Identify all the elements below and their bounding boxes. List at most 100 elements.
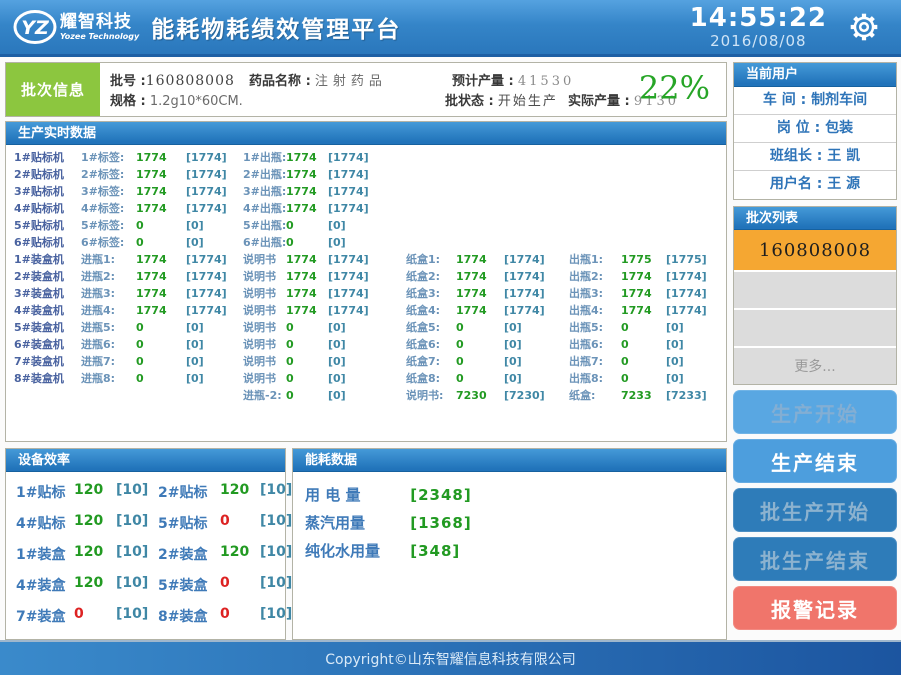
- batch-list-panel: 批次列表 160808008 更多...: [733, 206, 897, 385]
- action-button[interactable]: 批生产结束: [733, 537, 897, 581]
- metric-label: 纸盒2:: [406, 268, 456, 285]
- settings-gear-icon[interactable]: [847, 10, 881, 44]
- svg-text:YZ: YZ: [21, 17, 50, 39]
- efficiency-panel-header: 设备效率: [6, 449, 285, 472]
- metric-value: 7233: [621, 387, 666, 404]
- metric-target: [0]: [666, 319, 727, 336]
- metric-label: [569, 234, 621, 251]
- device-label: 5#贴标: [158, 513, 220, 533]
- metric-value: 7230: [456, 387, 504, 404]
- metric-target: [0]: [186, 336, 243, 353]
- metric-label: 5#标签:: [81, 217, 136, 234]
- metric-value: 1774: [136, 166, 186, 183]
- metric-label: 出瓶2:: [569, 268, 621, 285]
- metric-label: 说明书: [243, 353, 286, 370]
- metric-label: 说明书: [243, 302, 286, 319]
- metric-value: 0: [456, 353, 504, 370]
- footer-bar: Copyright©山东智耀信息科技有限公司: [0, 640, 901, 675]
- metric-value: [621, 217, 666, 234]
- metric-target: [666, 149, 727, 166]
- batch-list-header: 批次列表: [734, 207, 896, 230]
- metric-target: [0]: [666, 370, 727, 387]
- metric-target: [1774]: [328, 251, 406, 268]
- action-button[interactable]: 生产结束: [733, 439, 897, 483]
- energy-label: 用 电 量: [305, 484, 405, 505]
- metric-target: [0]: [328, 370, 406, 387]
- efficiency-value: 120: [74, 482, 116, 502]
- energy-value: [348]: [410, 542, 460, 560]
- metric-value: 1774: [456, 251, 504, 268]
- metric-value: 1774: [286, 183, 328, 200]
- batch-list-more-button[interactable]: 更多...: [734, 346, 896, 384]
- metric-value: 0: [286, 336, 328, 353]
- metric-target: [504, 149, 569, 166]
- energy-table: 用 电 量 [2348] 蒸汽用量 [1368] 纯化水用量 [34: [293, 472, 726, 568]
- metric-target: [0]: [328, 217, 406, 234]
- machine-name: 1#贴标机: [14, 149, 81, 166]
- device-label: 2#装盒: [158, 544, 220, 564]
- batch-row-2: 规格 : 1.2g10*60CM.: [110, 90, 243, 109]
- metric-value: 1774: [136, 251, 186, 268]
- energy-row: 纯化水用量 [348]: [305, 540, 726, 568]
- metric-value: 0: [456, 336, 504, 353]
- batch-status-label: 批状态 :: [445, 94, 494, 109]
- action-button[interactable]: 报警记录: [733, 586, 897, 630]
- machine-name: 6#装盒机: [14, 336, 81, 353]
- metric-label: [406, 183, 456, 200]
- metric-value: [456, 234, 504, 251]
- machine-name: 3#装盒机: [14, 285, 81, 302]
- metric-target: [1774]: [186, 251, 243, 268]
- metric-target: [0]: [666, 353, 727, 370]
- metric-value: 1774: [286, 166, 328, 183]
- production-panel-header: 生产实时数据: [6, 122, 726, 145]
- user-info-row: 车 间 : 制剂车间: [734, 87, 896, 115]
- metric-target: [1774]: [186, 268, 243, 285]
- metric-target: [1774]: [666, 302, 727, 319]
- action-button[interactable]: 生产开始: [733, 390, 897, 434]
- metric-target: [0]: [186, 319, 243, 336]
- metric-target: [504, 217, 569, 234]
- metric-value: 0: [456, 370, 504, 387]
- planned-output: 预计产量 : 41530: [452, 70, 574, 89]
- metric-label: 进瓶1:: [81, 251, 136, 268]
- batch-list-item-selected[interactable]: 160808008: [734, 230, 896, 270]
- metric-target: [0]: [186, 353, 243, 370]
- efficiency-value: 120: [220, 482, 260, 502]
- metric-value: 0: [621, 319, 666, 336]
- metric-label: 5#出瓶:: [243, 217, 286, 234]
- action-button[interactable]: 批生产开始: [733, 488, 897, 532]
- company-logo: YZ 耀智科技 Yozee Technology: [12, 8, 139, 46]
- metric-label: [569, 183, 621, 200]
- metric-value: [456, 166, 504, 183]
- batch-info-tab[interactable]: 批次信息: [6, 63, 100, 116]
- metric-label: [81, 387, 136, 404]
- metric-value: 0: [286, 234, 328, 251]
- metric-target: [504, 166, 569, 183]
- efficiency-target: [10]: [116, 482, 158, 502]
- metric-label: 3#出瓶:: [243, 183, 286, 200]
- energy-data-panel: 能耗数据 用 电 量 [2348] 蒸汽用量 [1368]: [292, 448, 727, 640]
- metric-value: 1774: [286, 302, 328, 319]
- energy-value: [1368]: [410, 514, 471, 532]
- batch-list-empty-row: [734, 308, 896, 346]
- metric-target: [0]: [504, 370, 569, 387]
- metric-value: 0: [286, 217, 328, 234]
- left-column: 批次信息 批号 :160808008 药品名称 : 注射药品 预计产量 : 41…: [5, 62, 727, 640]
- machine-name: 3#贴标机: [14, 183, 81, 200]
- metric-target: [1774]: [328, 166, 406, 183]
- metric-label: 说明书: [243, 319, 286, 336]
- metric-value: 1774: [621, 268, 666, 285]
- metric-label: 纸盒4:: [406, 302, 456, 319]
- metric-value: 1774: [456, 285, 504, 302]
- metric-target: [0]: [186, 370, 243, 387]
- efficiency-target: [10]: [116, 575, 158, 595]
- metric-target: [1774]: [504, 251, 569, 268]
- logo-text: 耀智科技 Yozee Technology: [60, 14, 139, 41]
- actual-output-label: 实际产量 :: [568, 94, 630, 109]
- machine-name: 1#装盒机: [14, 251, 81, 268]
- energy-row: 蒸汽用量 [1368]: [305, 512, 726, 540]
- batch-row-1: 批号 :160808008 药品名称 : 注射药品: [110, 70, 387, 89]
- metric-target: [504, 234, 569, 251]
- metric-value: 0: [136, 336, 186, 353]
- metric-target: [1774]: [504, 285, 569, 302]
